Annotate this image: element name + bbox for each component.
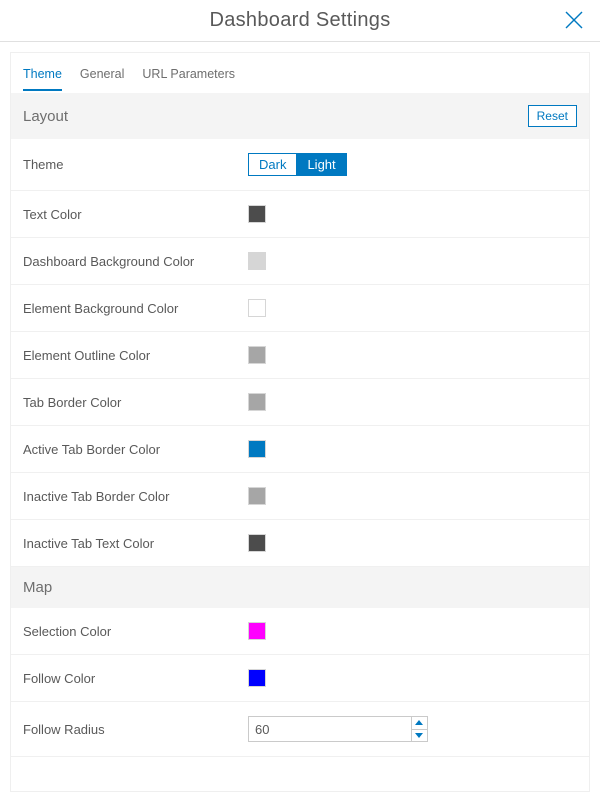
label-element-outline-color: Element Outline Color [23, 348, 248, 363]
row-dashboard-bg-color: Dashboard Background Color [11, 238, 589, 285]
chevron-up-icon [415, 720, 423, 725]
label-text-color: Text Color [23, 207, 248, 222]
section-title-layout: Layout [23, 108, 68, 125]
stepper-buttons [411, 717, 427, 741]
swatch-inactive-tab-text-color[interactable] [248, 534, 266, 552]
row-follow-color: Follow Color [11, 655, 589, 702]
row-selection-color: Selection Color [11, 608, 589, 655]
label-active-tab-border-color: Active Tab Border Color [23, 442, 248, 457]
row-active-tab-border-color: Active Tab Border Color [11, 426, 589, 473]
tabs: Theme General URL Parameters [11, 53, 589, 91]
row-text-color: Text Color [11, 191, 589, 238]
tab-url-parameters[interactable]: URL Parameters [142, 67, 235, 91]
swatch-element-outline-color[interactable] [248, 346, 266, 364]
row-inactive-tab-text-color: Inactive Tab Text Color [11, 520, 589, 567]
row-element-outline-color: Element Outline Color [11, 332, 589, 379]
follow-radius-stepper [248, 716, 428, 742]
swatch-element-bg-color[interactable] [248, 299, 266, 317]
label-selection-color: Selection Color [23, 624, 248, 639]
follow-radius-input[interactable] [249, 717, 411, 741]
label-theme: Theme [23, 157, 248, 172]
section-header-map: Map [11, 567, 589, 608]
theme-segmented: Dark Light [248, 153, 347, 176]
theme-option-dark[interactable]: Dark [249, 154, 296, 175]
label-follow-color: Follow Color [23, 671, 248, 686]
row-inactive-tab-border-color: Inactive Tab Border Color [11, 473, 589, 520]
modal-title: Dashboard Settings [209, 9, 390, 32]
row-follow-radius: Follow Radius [11, 702, 589, 757]
tab-general[interactable]: General [80, 67, 124, 91]
label-tab-border-color: Tab Border Color [23, 395, 248, 410]
close-icon [564, 10, 584, 30]
scroll-padding [11, 757, 589, 791]
dashboard-settings-modal: Dashboard Settings Theme General URL Par… [0, 0, 600, 792]
swatch-inactive-tab-border-color[interactable] [248, 487, 266, 505]
swatch-tab-border-color[interactable] [248, 393, 266, 411]
tab-theme[interactable]: Theme [23, 67, 62, 91]
swatch-active-tab-border-color[interactable] [248, 440, 266, 458]
modal-body: Theme General URL Parameters Layout Rese… [0, 42, 600, 792]
label-follow-radius: Follow Radius [23, 722, 248, 737]
label-dashboard-bg-color: Dashboard Background Color [23, 254, 248, 269]
settings-panel: Theme General URL Parameters Layout Rese… [10, 52, 590, 792]
chevron-down-icon [415, 733, 423, 738]
swatch-text-color[interactable] [248, 205, 266, 223]
control-theme-toggle: Dark Light [248, 153, 577, 176]
swatch-follow-color[interactable] [248, 669, 266, 687]
row-element-bg-color: Element Background Color [11, 285, 589, 332]
swatch-dashboard-bg-color[interactable] [248, 252, 266, 270]
row-tab-border-color: Tab Border Color [11, 379, 589, 426]
swatch-selection-color[interactable] [248, 622, 266, 640]
label-inactive-tab-border-color: Inactive Tab Border Color [23, 489, 248, 504]
label-inactive-tab-text-color: Inactive Tab Text Color [23, 536, 248, 551]
theme-option-light[interactable]: Light [296, 154, 345, 175]
modal-header: Dashboard Settings [0, 0, 600, 42]
settings-scroll[interactable]: Layout Reset Theme Dark Light Text Color [11, 93, 589, 791]
label-element-bg-color: Element Background Color [23, 301, 248, 316]
stepper-down[interactable] [412, 729, 427, 742]
stepper-up[interactable] [412, 717, 427, 729]
section-title-map: Map [23, 579, 52, 596]
section-header-layout: Layout Reset [11, 93, 589, 139]
row-theme-toggle: Theme Dark Light [11, 139, 589, 191]
reset-button[interactable]: Reset [528, 105, 577, 127]
close-button[interactable] [560, 6, 588, 34]
